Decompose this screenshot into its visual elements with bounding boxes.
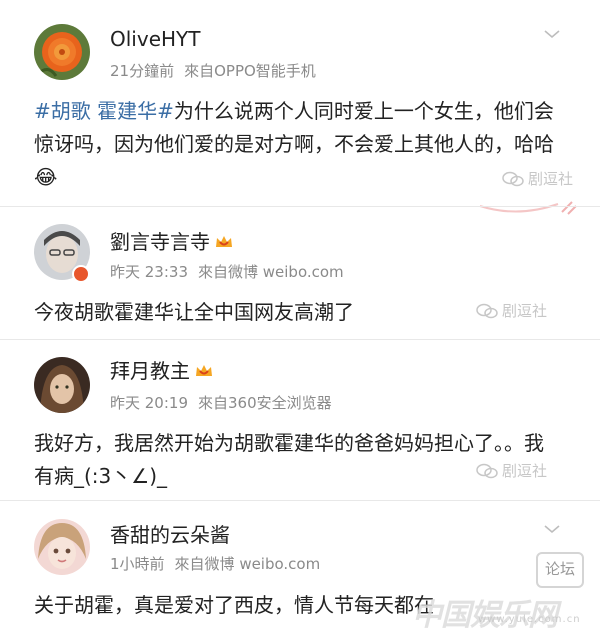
verified-badge-icon <box>72 265 90 283</box>
vip-crown-icon <box>216 236 232 247</box>
watermark: 剧逗社 <box>476 460 547 481</box>
topic-link[interactable]: #胡歌 霍建华# <box>34 99 174 123</box>
avatar[interactable] <box>34 24 90 80</box>
watermark: 剧逗社 <box>476 300 547 321</box>
wechat-icon <box>502 171 524 187</box>
post-meta: 1小時前 來自微博 weibo.com <box>110 553 320 574</box>
laugh-emoji-icon: 😂 <box>34 165 58 189</box>
post-meta: 21分鐘前 來自OPPO智能手机 <box>110 60 316 81</box>
vip-crown-icon <box>196 365 212 376</box>
chevron-down-icon[interactable] <box>542 519 562 539</box>
username[interactable]: 香甜的云朵酱 <box>110 519 230 548</box>
wechat-icon <box>476 303 498 319</box>
comment-text: #胡歌 霍建华#为什么说两个人同时爱上一个女生，他们会惊讶吗，因为他们爱的是对方… <box>34 99 554 189</box>
username[interactable]: 劉言寺言寺 <box>110 226 234 255</box>
username[interactable]: 拜月教主 <box>110 355 214 384</box>
timestamp: 21分鐘前 <box>110 62 175 80</box>
source: 來自OPPO智能手机 <box>184 62 316 80</box>
site-watermark: 中国娱乐网 <box>412 598 558 633</box>
wechat-icon <box>476 463 498 479</box>
comment-item: 劉言寺言寺 昨天 23:33 來自微博 weibo.com 今夜胡歌霍建华让全中国… <box>0 207 600 347</box>
timestamp: 昨天 23:33 <box>110 263 188 281</box>
timestamp: 1小時前 <box>110 555 165 573</box>
username[interactable]: OliveHYT <box>110 27 200 51</box>
avatar[interactable] <box>34 519 90 575</box>
timestamp: 昨天 20:19 <box>110 394 188 412</box>
source: 來自微博 weibo.com <box>174 555 321 573</box>
avatar[interactable] <box>34 357 90 413</box>
source: 來自360安全浏览器 <box>198 394 332 412</box>
post-meta: 昨天 23:33 來自微博 weibo.com <box>110 261 344 282</box>
source: 來自微博 weibo.com <box>198 263 344 281</box>
chevron-down-icon[interactable] <box>542 24 562 44</box>
site-watermark-url: www.yule.com.cn <box>478 614 581 625</box>
post-meta: 昨天 20:19 來自360安全浏览器 <box>110 392 332 413</box>
watermark: 剧逗社 <box>502 168 573 189</box>
forum-badge: 论坛 <box>536 552 584 588</box>
